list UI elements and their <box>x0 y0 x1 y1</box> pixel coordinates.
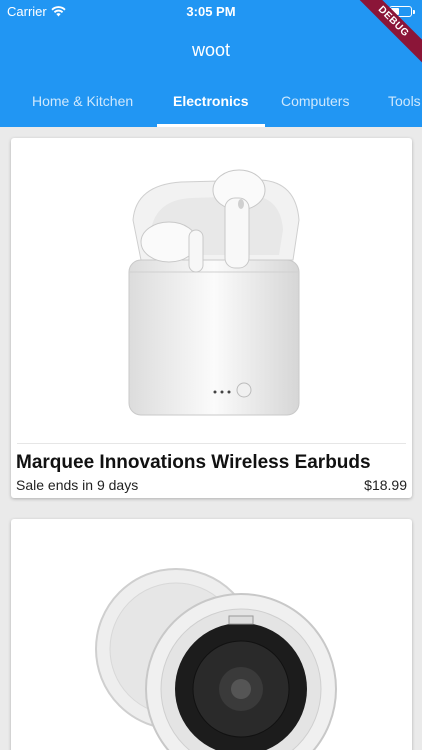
earbuds-image <box>128 169 300 416</box>
sale-countdown: Sale ends in 9 days <box>16 477 139 493</box>
product-name: Marquee Innovations Wireless Earbuds <box>16 452 371 473</box>
product-card[interactable] <box>11 519 412 750</box>
product-card[interactable]: Marquee Innovations Wireless Earbuds Sal… <box>11 138 412 498</box>
active-tab-indicator <box>157 124 265 127</box>
app-title: woot <box>191 40 231 60</box>
category-tabs: Home & Kitchen Electronics Computers Too… <box>0 80 422 127</box>
ceiling-speaker-image <box>95 568 337 750</box>
card-divider <box>17 443 406 444</box>
tab-home-kitchen[interactable]: Home & Kitchen <box>32 93 133 109</box>
tab-computers[interactable]: Computers <box>281 93 349 109</box>
status-time: 3:05 PM <box>186 4 236 19</box>
product-price: $18.99 <box>364 477 407 493</box>
tab-tools[interactable]: Tools <box>388 93 421 109</box>
app-bar: Carrier 3:05 PM woot Home & Kitchen Elec… <box>0 0 422 127</box>
tab-electronics[interactable]: Electronics <box>173 93 248 109</box>
status-bar: Carrier 3:05 PM <box>0 0 422 22</box>
